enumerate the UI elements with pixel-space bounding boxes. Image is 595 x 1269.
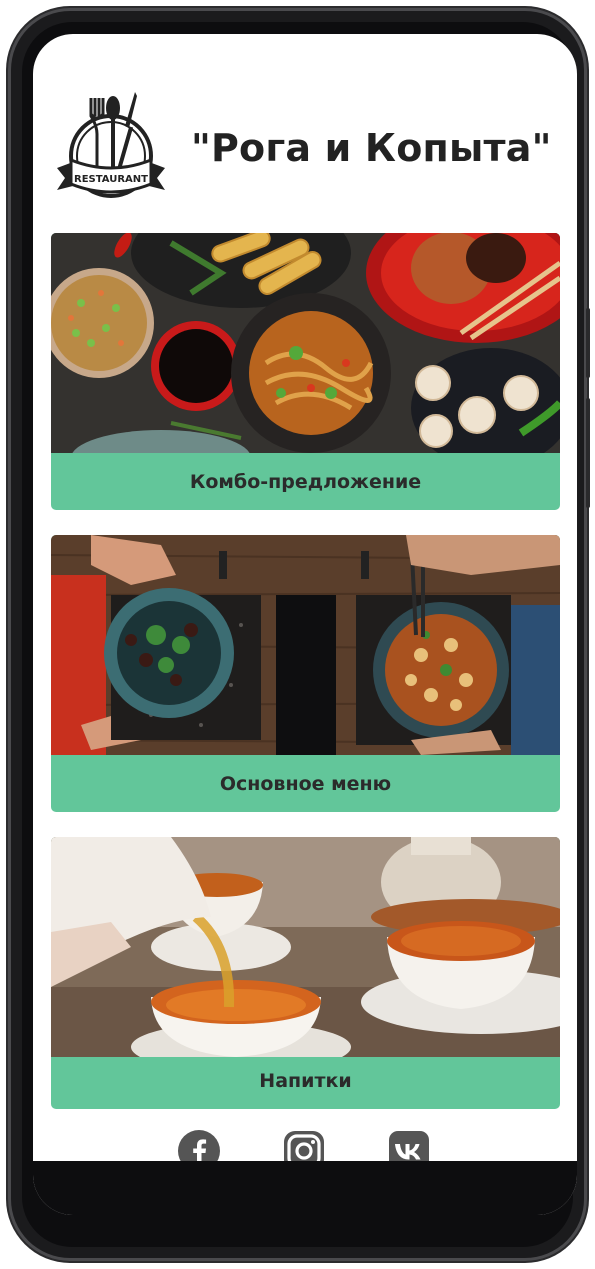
side-button [586, 398, 590, 508]
noodle-bowls-table-photo [51, 535, 560, 755]
phone-chin [33, 1161, 577, 1215]
tea-pouring-photo [51, 837, 560, 1057]
restaurant-logo: RESTAURANT [57, 92, 165, 198]
phone-screen: RESTAURANT "Рога и Копыта" Комбо-предлож… [33, 34, 577, 1215]
menu-card-main[interactable]: Основное меню [51, 535, 560, 812]
menu-card-drinks[interactable]: Напитки [51, 837, 560, 1109]
header: RESTAURANT "Рога и Копыта" [51, 86, 561, 206]
menu-card-combo[interactable]: Комбо-предложение [51, 233, 560, 510]
menu-card-label: Основное меню [219, 772, 392, 795]
menu-card-label: Комбо-предложение [189, 470, 422, 493]
asian-food-spread-photo [51, 233, 560, 453]
menu-card-label: Напитки [259, 1069, 352, 1092]
side-button [586, 308, 590, 378]
logo-text: RESTAURANT [74, 174, 148, 185]
page-title: "Рога и Копыта" [191, 126, 552, 170]
